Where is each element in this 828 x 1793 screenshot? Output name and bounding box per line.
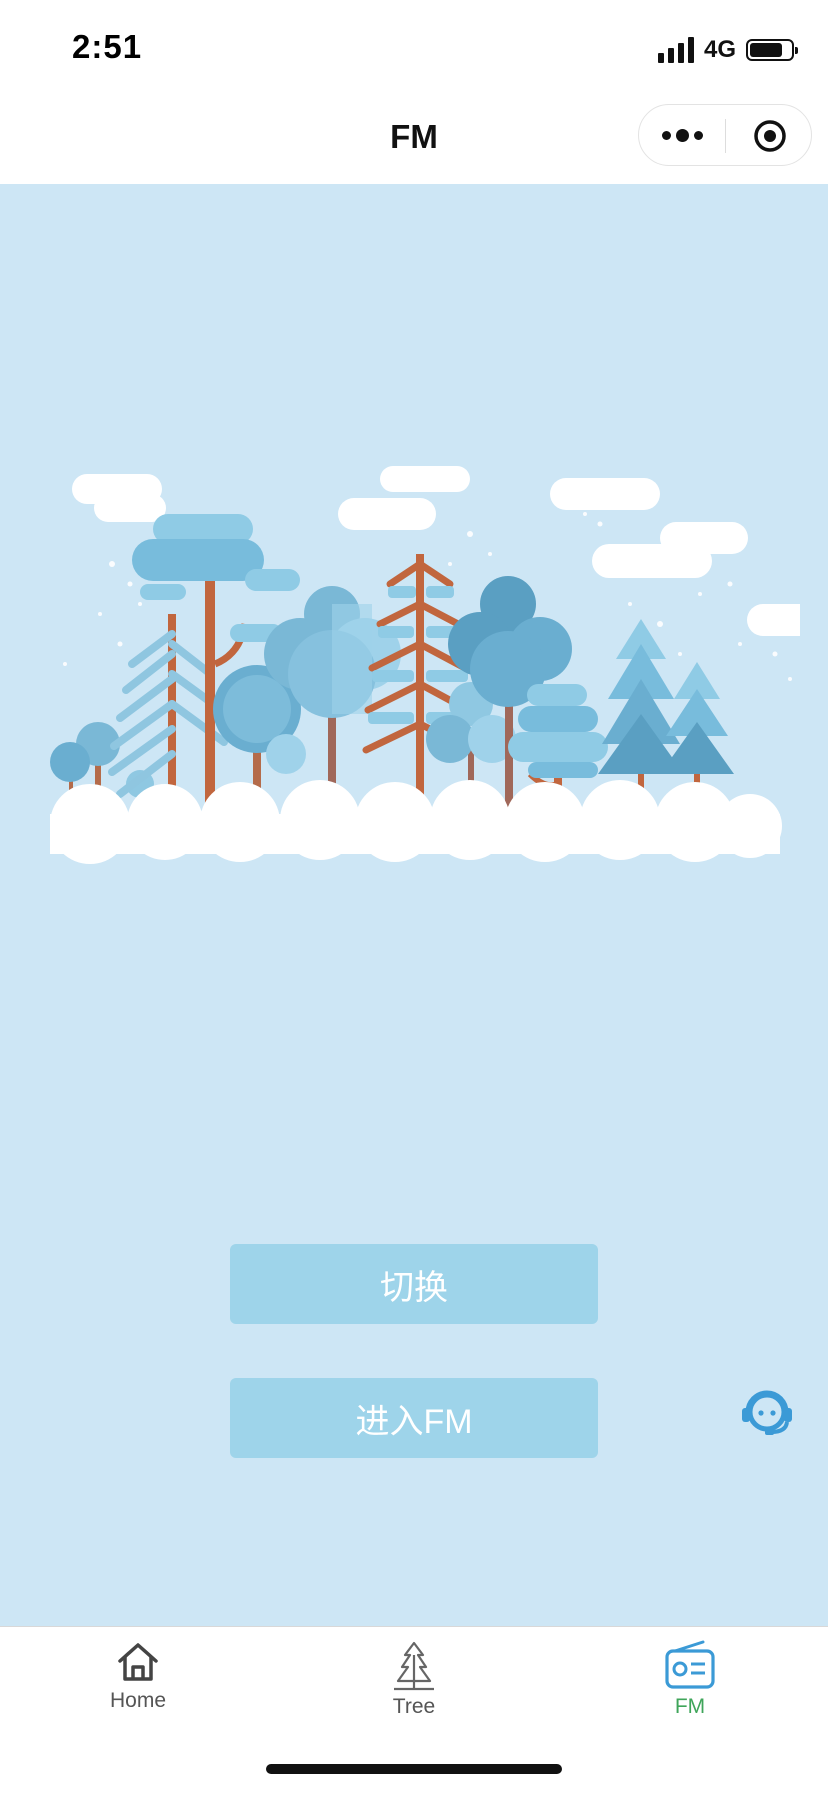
tab-home[interactable]: Home [0, 1639, 276, 1739]
radio-icon [665, 1640, 715, 1689]
winter-forest-illustration [50, 466, 800, 864]
battery-icon [746, 39, 798, 61]
tab-fm-label: FM [674, 1695, 706, 1718]
main-content: 切换 进入FM [0, 184, 828, 1626]
enter-fm-button[interactable]: 进入FM [230, 1378, 598, 1458]
capsule-divider [725, 119, 726, 153]
battery-level [750, 43, 782, 57]
home-indicator [266, 1764, 562, 1774]
status-time: 2:51 [72, 28, 143, 65]
customer-service-icon[interactable] [738, 1384, 796, 1438]
tree-icon [394, 1641, 434, 1691]
navigation-bar: FM [0, 92, 828, 184]
more-menu-button[interactable] [639, 105, 725, 165]
switch-button[interactable]: 切换 [230, 1244, 598, 1324]
tab-tree[interactable]: Tree [276, 1639, 552, 1739]
tab-home-label: Home [109, 1689, 167, 1712]
home-icon [118, 1643, 158, 1681]
network-type: 4G [703, 36, 736, 63]
close-mini-program-button[interactable] [753, 119, 787, 153]
status-indicators: 4G [657, 32, 798, 68]
tab-fm[interactable]: FM [552, 1639, 828, 1739]
signal-icon [657, 37, 694, 63]
tab-tree-label: Tree [392, 1695, 436, 1718]
status-bar: 2:51 4G [0, 0, 828, 92]
mini-program-capsule [638, 104, 812, 166]
